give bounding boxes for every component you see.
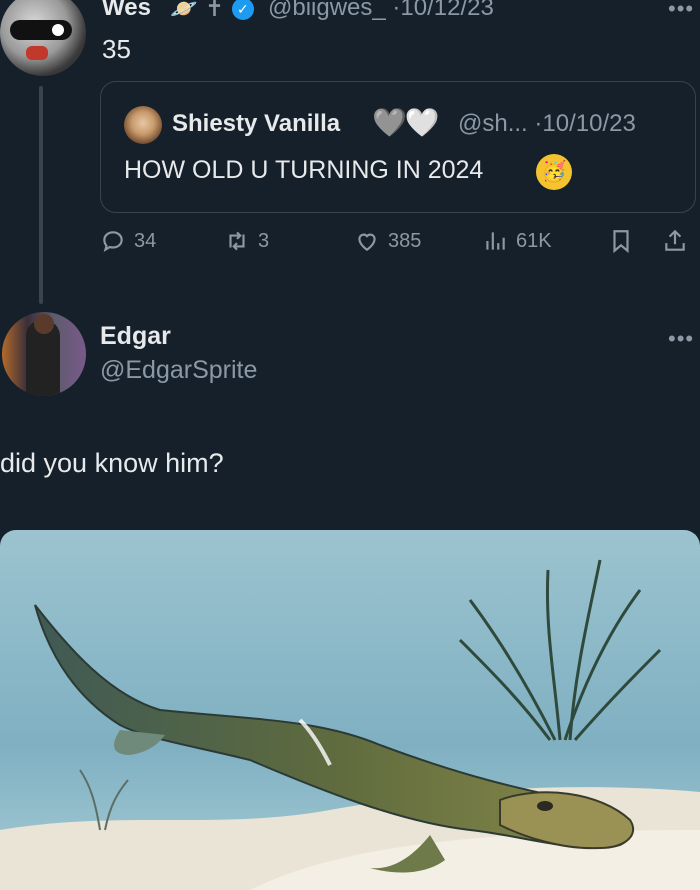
reply-icon <box>103 231 123 253</box>
attached-image-tiktaalik[interactable] <box>0 530 700 890</box>
quoted-author-avatar <box>124 106 162 144</box>
wes-avatar[interactable] <box>0 0 86 76</box>
quoted-tweet-card[interactable] <box>100 81 696 213</box>
reply-more-options-icon[interactable]: ••• <box>668 326 694 352</box>
like-button[interactable]: 385 <box>354 228 421 254</box>
grey-white-hearts-icon: 🩶🤍 <box>372 107 440 138</box>
author-handle-date[interactable]: @biigwes_ ·10/12/23 <box>268 0 494 22</box>
quoted-tweet-text: HOW OLD U TURNING IN 2024 <box>124 156 484 184</box>
share-icon <box>665 229 685 251</box>
tweet-actions: 34 3 385 61K <box>100 228 696 262</box>
tweet-date[interactable]: 10/12/23 <box>400 0 493 21</box>
bookmark-button[interactable] <box>608 228 634 254</box>
tweet-text: 35 <box>102 34 131 64</box>
reply-count: 34 <box>134 229 157 252</box>
retweet-icon <box>229 231 245 251</box>
profile-badges: 🪐 ✝ ✓ <box>170 0 254 22</box>
party-face-emoji-icon: 🥳 <box>536 154 572 190</box>
quoted-author-name: Shiesty Vanilla <box>172 110 341 137</box>
reply-author-name[interactable]: Edgar <box>100 322 171 351</box>
views-count: 61K <box>516 229 552 252</box>
separator-dot: · <box>385 0 401 21</box>
heart-icon <box>358 233 376 251</box>
author-name[interactable]: Wes <box>102 0 151 22</box>
edgar-avatar[interactable] <box>2 312 86 396</box>
quoted-handle: @sh... <box>458 110 528 137</box>
views-bar-chart-icon <box>486 232 505 250</box>
more-options-icon[interactable]: ••• <box>668 0 694 22</box>
cross-icon: ✝ <box>205 0 224 21</box>
retweet-button[interactable]: 3 <box>224 228 269 254</box>
bookmark-icon <box>613 230 629 254</box>
reply-author-handle[interactable]: @EdgarSprite <box>100 356 257 385</box>
quoted-date: 10/10/23 <box>542 110 636 137</box>
views-button[interactable]: 61K <box>482 228 552 254</box>
share-button[interactable] <box>662 228 688 254</box>
verified-badge-icon: ✓ <box>231 0 254 20</box>
planet-emoji-icon: 🪐 <box>170 0 198 21</box>
like-count: 385 <box>388 229 422 252</box>
author-handle[interactable]: @biigwes_ <box>268 0 386 21</box>
reply-text: did you know him? <box>0 448 224 478</box>
retweet-count: 3 <box>258 229 270 252</box>
quoted-handle-date: @sh... ·10/10/23 <box>458 110 636 137</box>
tiktaalik-illustration <box>0 530 700 890</box>
reply-button[interactable]: 34 <box>100 228 156 254</box>
thread-line <box>39 86 43 304</box>
